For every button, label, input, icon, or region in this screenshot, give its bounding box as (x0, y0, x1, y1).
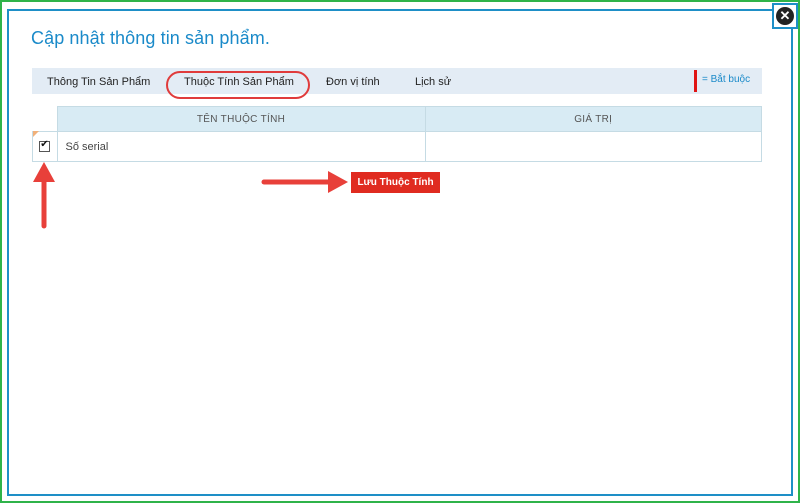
column-header-value: GIÁ TRỊ (424, 106, 762, 132)
dialog-title: Cập nhật thông tin sản phẩm. (31, 28, 270, 48)
row-checkbox[interactable]: ✔ (39, 138, 51, 152)
tab-bar: Thông Tin Sản Phẩm Thuộc Tính Sản Phẩm Đ… (32, 68, 762, 94)
required-indicator (694, 70, 697, 92)
row-corner-marker (33, 131, 39, 137)
table-header-row: TÊN THUỘC TÍNH GIÁ TRỊ (32, 106, 762, 132)
attributes-table: TÊN THUỘC TÍNH GIÁ TRỊ ✔ Số serial (32, 106, 762, 162)
close-button[interactable]: ✕ (772, 3, 798, 29)
table-row: ✔ Số serial (32, 131, 762, 162)
arrow-up-annotation (33, 162, 55, 229)
save-attributes-button[interactable]: Lưu Thuộc Tính (351, 172, 440, 193)
tab-product-info[interactable]: Thông Tin Sản Phẩm (47, 68, 150, 94)
header-check-cell (32, 106, 58, 132)
active-tab-highlight (166, 71, 310, 99)
tab-history[interactable]: Lịch sử (415, 68, 451, 94)
tab-unit[interactable]: Đơn vị tính (326, 68, 380, 94)
attribute-name-cell: Số serial (56, 131, 426, 162)
close-icon: ✕ (776, 7, 794, 25)
column-header-name: TÊN THUỘC TÍNH (56, 106, 426, 132)
check-icon: ✔ (40, 138, 49, 150)
required-legend: = Bắt buộc (702, 74, 751, 85)
arrow-right-annotation (261, 171, 348, 193)
attribute-value-cell[interactable] (424, 131, 762, 162)
